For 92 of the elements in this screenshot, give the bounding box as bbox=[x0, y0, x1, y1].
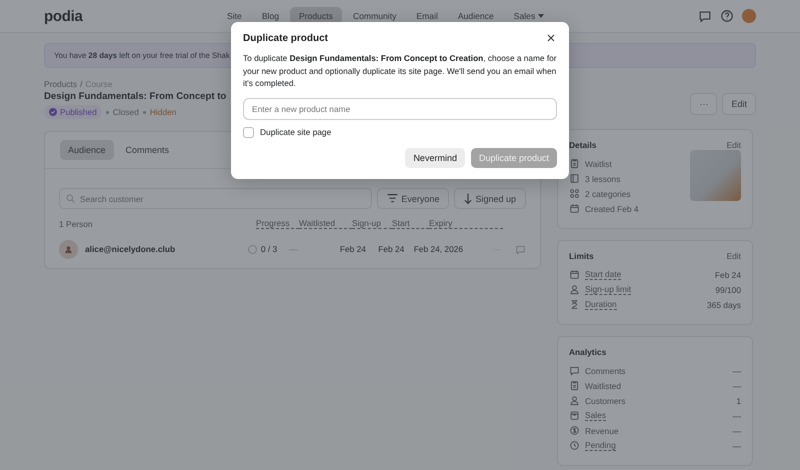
dollar-icon bbox=[569, 425, 580, 436]
metric-value: — bbox=[732, 426, 741, 436]
logo[interactable]: podia bbox=[44, 8, 204, 24]
metric-value: 1 bbox=[736, 396, 741, 406]
detail-text: 2 categories bbox=[585, 188, 631, 198]
progress-ring-icon bbox=[248, 244, 257, 254]
cancel-button[interactable]: Nevermind bbox=[405, 148, 465, 168]
bag-icon bbox=[569, 410, 580, 421]
nav-link[interactable]: Community bbox=[344, 7, 406, 25]
clipboard-icon bbox=[569, 158, 580, 169]
limit-label[interactable]: Start date bbox=[585, 269, 622, 280]
chat-icon bbox=[698, 9, 712, 23]
close-button[interactable] bbox=[545, 32, 557, 44]
limit-label[interactable]: Sign-up limit bbox=[585, 284, 632, 295]
card-title: Details bbox=[569, 140, 596, 150]
person-icon bbox=[569, 395, 580, 406]
avatar-icon bbox=[59, 240, 78, 258]
filter-button[interactable]: Signed up bbox=[454, 188, 526, 209]
column-header[interactable]: Progress bbox=[256, 218, 299, 229]
action-button[interactable]: ··· bbox=[690, 93, 718, 115]
caret-icon bbox=[538, 14, 544, 18]
grid-icon bbox=[569, 188, 580, 199]
search-icon bbox=[65, 193, 76, 204]
metric-value: — bbox=[732, 380, 741, 390]
bullet-dot bbox=[142, 110, 146, 114]
detail-text: Waitlist bbox=[585, 158, 612, 168]
action-button[interactable]: Edit bbox=[722, 93, 756, 115]
person-count: 1 Person bbox=[59, 218, 94, 228]
metric-label[interactable]: Sales bbox=[585, 410, 606, 421]
checkbox[interactable] bbox=[243, 126, 254, 138]
column-header[interactable]: Expiry bbox=[429, 218, 503, 229]
calendar-icon bbox=[569, 269, 580, 280]
breadcrumb-separator: / bbox=[80, 79, 82, 89]
clock-icon bbox=[569, 440, 580, 451]
comment-icon bbox=[515, 244, 526, 254]
edit-link[interactable]: Edit bbox=[726, 140, 741, 150]
metric-label: Comments bbox=[585, 366, 626, 376]
status-label: Hidden bbox=[150, 107, 176, 117]
tab[interactable]: Comments bbox=[118, 140, 178, 160]
limit-value: 365 days bbox=[707, 300, 741, 310]
nav-link[interactable]: Sales bbox=[504, 7, 554, 25]
limit-value: Feb 24 bbox=[714, 270, 741, 280]
metric-label: Customers bbox=[585, 396, 626, 406]
tab[interactable]: Audience bbox=[60, 140, 114, 160]
metric-value: — bbox=[732, 410, 741, 420]
nav-link[interactable]: Blog bbox=[252, 7, 288, 25]
arrow-down-icon bbox=[464, 193, 472, 204]
checkbox-label: Duplicate site page bbox=[260, 127, 332, 137]
chat-icon bbox=[569, 365, 580, 376]
table-cell-text: Feb 24, 2026 bbox=[414, 244, 464, 254]
photo-placeholder bbox=[690, 150, 741, 201]
filter-button[interactable]: Everyone bbox=[377, 188, 450, 209]
nav-link[interactable]: Email bbox=[407, 7, 447, 25]
breadcrumb-link[interactable]: Products bbox=[44, 79, 78, 89]
status-label: Closed bbox=[112, 107, 139, 117]
product-title: Design Fundamentals: From Concept to bbox=[44, 91, 226, 102]
book-icon bbox=[569, 173, 580, 184]
detail-text: Created Feb 4 bbox=[585, 204, 639, 214]
more-button[interactable]: ··· bbox=[492, 244, 501, 254]
card-title: Limits bbox=[569, 251, 594, 261]
help-icon bbox=[720, 9, 734, 23]
calendar-icon bbox=[569, 203, 580, 214]
hourglass-icon bbox=[569, 299, 580, 310]
table-cell-text: — bbox=[289, 244, 298, 254]
metric-label: Waitlisted bbox=[585, 380, 621, 390]
person-icon bbox=[569, 284, 580, 295]
status-badge: Published bbox=[44, 105, 102, 119]
metric-label[interactable]: Pending bbox=[585, 440, 616, 451]
search-field[interactable]: Search customer bbox=[59, 188, 372, 209]
edit-link[interactable]: Edit bbox=[726, 251, 741, 261]
account-avatar[interactable] bbox=[742, 9, 756, 23]
limit-value: 99/100 bbox=[715, 284, 741, 294]
card-title: Analytics bbox=[569, 347, 606, 357]
metric-value: — bbox=[732, 440, 741, 450]
bullet-dot bbox=[106, 110, 109, 114]
nav-link[interactable]: Site bbox=[218, 7, 251, 25]
column-header[interactable]: Sign-up bbox=[352, 218, 392, 229]
metric-label: Revenue bbox=[585, 426, 619, 436]
product-name-field[interactable]: Enter a new product name bbox=[243, 98, 557, 120]
limit-label[interactable]: Duration bbox=[585, 299, 617, 310]
dialog-title: Duplicate product bbox=[243, 32, 328, 44]
metric-value: — bbox=[732, 366, 741, 376]
nav-link[interactable]: Audience bbox=[448, 7, 503, 25]
detail-text: 3 lessons bbox=[585, 174, 620, 184]
table-cell-text: Feb 24 bbox=[378, 244, 406, 254]
filter-icon bbox=[387, 194, 398, 203]
progress-count: 0 / 3 bbox=[260, 244, 278, 254]
customer-email[interactable]: alice@nicelydone.club bbox=[85, 244, 176, 254]
column-header[interactable]: Waitlisted bbox=[299, 218, 352, 229]
table-cell-text: Feb 24 bbox=[340, 244, 367, 254]
clipboard-icon bbox=[569, 380, 580, 391]
column-header[interactable]: Start bbox=[392, 218, 429, 229]
